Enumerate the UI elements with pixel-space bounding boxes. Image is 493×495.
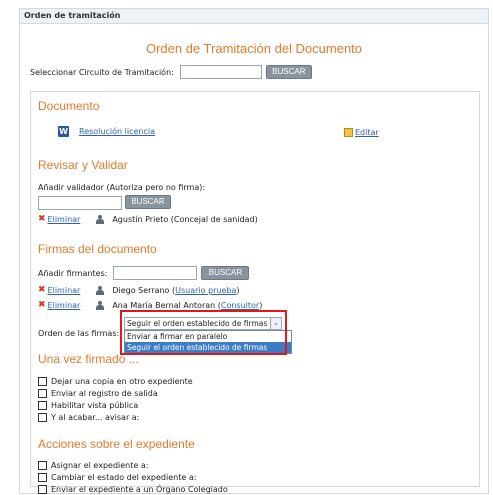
check-item[interactable]: Enviar al registro de salida	[38, 389, 158, 398]
checkbox[interactable]	[38, 389, 47, 398]
validator-item: ✖ Eliminar Agustín Prieto (Concejal de s…	[38, 214, 258, 224]
signer-name: Diego Serrano (	[112, 285, 176, 295]
checkbox[interactable]	[38, 377, 47, 386]
edit-icon[interactable]	[344, 128, 353, 137]
remove-signer-link[interactable]: Eliminar	[48, 301, 81, 310]
check-label: Cambiar el estado del expediente a:	[51, 473, 197, 482]
documento-title: Documento	[38, 99, 100, 113]
check-item[interactable]: Habilitar vista pública	[38, 401, 138, 410]
signer-name: Ana María Bernal Antoran (	[112, 300, 221, 310]
signer-search-button[interactable]: BUSCAR	[201, 266, 250, 280]
validator-search-button[interactable]: BUSCAR	[125, 195, 171, 209]
signer-add-row: Añadir firmantes: BUSCAR	[38, 266, 250, 280]
check-item[interactable]: Dejar una copia en otro expediente	[38, 377, 193, 386]
check-item[interactable]: Cambiar el estado del expediente a:	[38, 473, 196, 482]
circuit-search-button[interactable]: BUSCAR	[265, 65, 312, 79]
signer-close: )	[259, 300, 263, 310]
validator-label: Añadir validador (Autoriza pero no firma…	[38, 183, 206, 192]
form-box: Documento W Resolución licencia Editar R…	[30, 91, 480, 494]
signer-item: ✖ Eliminar Diego Serrano (Usuario prueba…	[38, 285, 240, 295]
remove-signer-link[interactable]: Eliminar	[48, 286, 81, 295]
check-item[interactable]: Enviar el expediente a un Órgano Colegia…	[38, 485, 228, 494]
checkbox[interactable]	[38, 413, 47, 422]
delete-icon[interactable]: ✖	[38, 300, 46, 310]
validator-input[interactable]	[38, 196, 122, 210]
checkbox[interactable]	[38, 485, 47, 494]
edit-link[interactable]: Editar	[355, 128, 379, 137]
user-icon	[96, 214, 105, 224]
checkbox[interactable]	[38, 401, 47, 410]
user-icon	[96, 285, 105, 295]
signer-item: ✖ Eliminar Ana María Bernal Antoran (Con…	[38, 300, 262, 310]
signer-input[interactable]	[113, 266, 198, 280]
circuit-input[interactable]	[179, 65, 262, 79]
document-link[interactable]: Resolución licencia	[79, 127, 155, 136]
checkbox[interactable]	[38, 461, 47, 470]
signer-role-link[interactable]: Consultor	[221, 301, 259, 310]
check-label: Dejar una copia en otro expediente	[51, 377, 193, 386]
check-label: Enviar al registro de salida	[51, 389, 158, 398]
circuit-row: Seleccionar Circuito de Tramitación: BUS…	[30, 63, 312, 81]
check-label: Enviar el expediente a un Órgano Colegia…	[51, 485, 228, 494]
signer-label: Añadir firmantes:	[38, 268, 108, 278]
remove-validator-link[interactable]: Eliminar	[48, 215, 81, 224]
check-label: Asignar el expediente a:	[51, 461, 149, 470]
order-label: Orden de las firmas:	[38, 329, 120, 338]
page-title: Orden de Tramitación del Documento	[145, 41, 363, 56]
highlight-box	[120, 310, 287, 355]
delete-icon[interactable]: ✖	[38, 285, 46, 295]
check-item[interactable]: Asignar el expediente a:	[38, 461, 148, 470]
document-row: W Resolución licencia	[58, 126, 155, 137]
acciones-title: Acciones sobre el expediente	[38, 437, 195, 451]
validator-name: Agustín Prieto (Concejal de sanidad)	[112, 214, 258, 224]
user-icon	[96, 300, 105, 310]
circuit-label: Seleccionar Circuito de Tramitación:	[30, 67, 174, 77]
signer-close: )	[236, 285, 240, 295]
check-label: Y al acabar... avisar a:	[51, 413, 140, 422]
word-document-icon: W	[58, 126, 69, 137]
signer-role-link[interactable]: Usuario prueba	[175, 286, 236, 295]
revisar-title: Revisar y Validar	[38, 158, 128, 172]
panel-title: Orden de tramitación	[20, 9, 488, 24]
check-item[interactable]: Y al acabar... avisar a:	[38, 413, 139, 422]
check-label: Habilitar vista pública	[51, 401, 139, 410]
firmas-title: Firmas del documento	[38, 242, 157, 256]
edit-row: Editar	[344, 128, 379, 137]
tramitacion-panel: Orden de tramitación Orden de Tramitació…	[19, 8, 489, 494]
checkbox[interactable]	[38, 473, 47, 482]
delete-icon[interactable]: ✖	[38, 214, 46, 224]
